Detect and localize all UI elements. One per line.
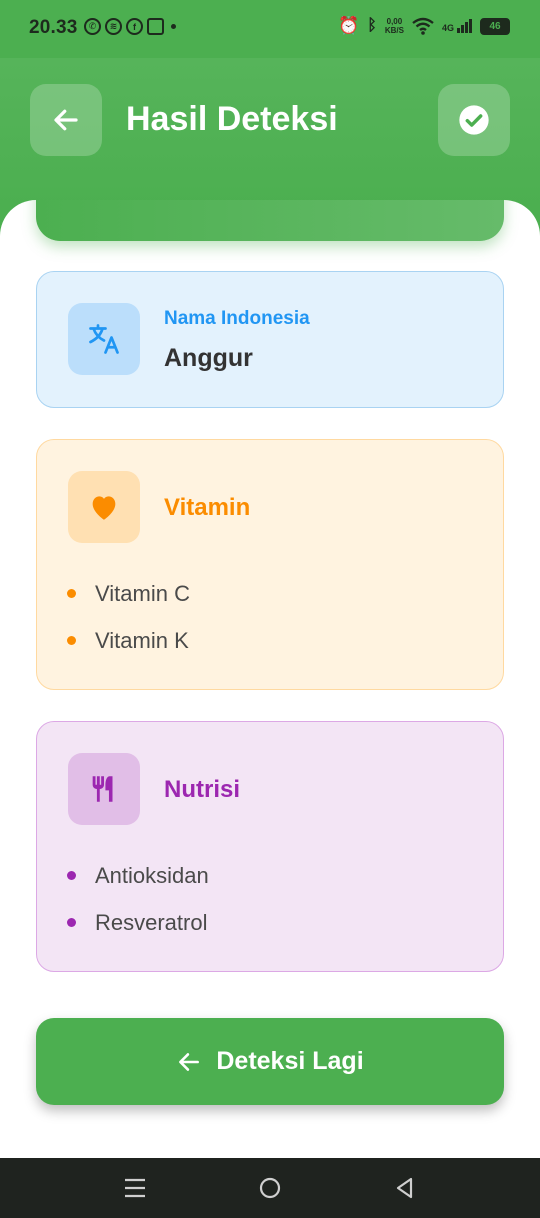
gallery-icon [147,18,164,35]
spotify-icon: ≋ [105,18,122,35]
indonesian-name-card: Nama Indonesia Anggur [36,271,504,408]
home-icon[interactable] [257,1175,283,1201]
indonesian-name-value: Anggur [164,344,253,372]
translate-icon [89,324,119,354]
battery-icon: 46 [480,17,510,35]
confirm-button[interactable] [438,84,510,156]
bullet-dot [67,636,76,645]
list-item: Resveratrol [67,899,209,946]
alarm-icon: ⏰ [338,16,360,35]
facebook-icon: f [126,18,143,35]
net-speed: 0,00 KB/S [384,17,404,35]
back-button[interactable] [30,84,102,156]
wifi-icon [412,17,434,35]
menu-icon[interactable] [122,1175,148,1201]
vitamin-title: Vitamin [164,494,251,521]
bullet-dot [67,589,76,598]
detect-again-label: Deteksi Lagi [216,1047,364,1075]
vitamin-card: Vitamin Vitamin C Vitamin K [36,439,504,690]
heart-icon [92,496,116,520]
restaurant-icon-box [68,753,140,825]
nutrition-list: Antioksidan Resveratrol [67,852,209,946]
fruit-summary-card [36,200,504,241]
system-nav-bar [0,1158,540,1218]
back-triangle-icon[interactable] [391,1175,417,1201]
detect-again-button[interactable]: Deteksi Lagi [36,1018,504,1105]
restaurant-icon [92,776,113,802]
page-title: Hasil Deteksi [126,100,338,138]
system-icons: ⏰ ᛒ 0,00 KB/S 4G 46 [338,16,510,36]
arrow-left-icon [54,109,78,131]
list-item: Antioksidan [67,852,209,899]
heart-icon-box [68,471,140,543]
translate-icon-box [68,303,140,375]
more-notifications-dot [171,24,176,29]
indonesian-name-label: Nama Indonesia [164,308,310,329]
status-time: 20.33 [29,17,78,38]
status-bar: 20.33 ✆ ≋ f ⏰ ᛒ 0,00 KB/S 4G 46 [0,0,540,58]
vitamin-list: Vitamin C Vitamin K [67,570,190,664]
signal: 4G [442,19,472,33]
whatsapp-icon: ✆ [84,18,101,35]
bluetooth-icon: ᛒ [367,17,377,34]
bullet-dot [67,871,76,880]
signal-icon [457,19,472,33]
nutrition-title: Nutrisi [164,776,241,803]
bullet-dot [67,918,76,927]
result-content[interactable]: Nama Indonesia Anggur Vitamin Vitamin C … [0,200,540,1158]
nutrition-card: Nutrisi Antioksidan Resveratrol [36,721,504,972]
check-circle-icon [459,105,489,135]
notification-icons: ✆ ≋ f [84,18,176,35]
list-item: Vitamin C [67,570,190,617]
arrow-left-icon [179,1052,200,1071]
app-bar: Hasil Deteksi [0,58,540,208]
list-item: Vitamin K [67,617,190,664]
